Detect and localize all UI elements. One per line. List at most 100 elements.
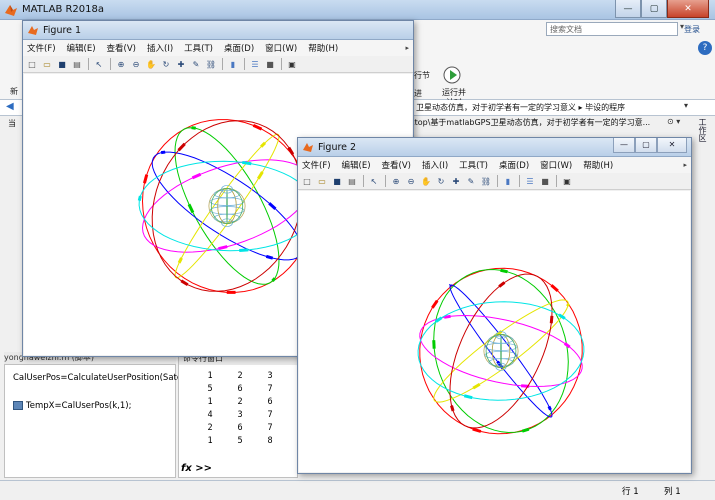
panel-controls-icon[interactable]: ⊙ ▾ <box>667 117 680 126</box>
menu-item-6[interactable]: 窗口(W) <box>265 42 297 54</box>
pointer-icon[interactable]: ↖ <box>93 58 105 70</box>
figure-menu-bar: 文件(F) 编辑(E) 查看(V) 插入(I) 工具(T) 桌面(D) 窗口(W) 帮助(H)… <box>298 157 691 173</box>
satellite-marker <box>191 172 202 180</box>
new-figure-icon[interactable]: □ <box>26 58 38 70</box>
menu-item-2[interactable]: 查看(V) <box>382 159 411 171</box>
toolbar-separator <box>244 58 245 70</box>
menu-overflow-icon[interactable]: ▸ <box>683 161 687 169</box>
zoom-out-icon[interactable]: ⊖ <box>130 58 142 70</box>
new-label[interactable]: 新 <box>10 86 18 97</box>
menu-item-0[interactable]: 文件(F) <box>302 159 331 171</box>
menu-item-2[interactable]: 查看(V) <box>107 42 136 54</box>
print-icon[interactable]: ▤ <box>71 58 83 70</box>
figure-title-bar[interactable]: Figure 1 <box>23 21 413 40</box>
show-plot-tools-icon[interactable]: ▣ <box>561 175 573 187</box>
pointer-icon[interactable]: ↖ <box>368 175 380 187</box>
brush-icon[interactable]: ✎ <box>190 58 202 70</box>
minimize-button[interactable]: — <box>615 0 641 18</box>
satellite-marker <box>448 284 452 287</box>
save-icon[interactable]: ■ <box>56 58 68 70</box>
menu-item-3[interactable]: 插入(I) <box>147 42 173 54</box>
link-plot-icon[interactable]: ⛓ <box>480 175 492 187</box>
menu-item-5[interactable]: 桌面(D) <box>224 42 254 54</box>
orbit-path <box>433 299 569 403</box>
figure-2-window[interactable]: Figure 2 — ▢ ✕ 文件(F) 编辑(E) 查看(V) 插入(I) 工具(T)… <box>297 137 692 474</box>
breadcrumb[interactable]: 卫星动态仿真，对于初学者有一定的学习意义 ▸ 毕设的程序 <box>416 102 625 113</box>
figure-minimize-button[interactable]: — <box>613 138 635 153</box>
satellite-marker <box>265 254 274 260</box>
command-output-cell: 1 <box>207 371 213 381</box>
figure-title-bar[interactable]: Figure 2 — ▢ ✕ <box>298 138 691 157</box>
maximize-button[interactable]: ▢ <box>641 0 667 18</box>
toolbar-separator <box>222 58 223 70</box>
data-cursor-icon[interactable]: ✚ <box>175 58 187 70</box>
command-output-row: 4 3 7 <box>195 410 285 423</box>
command-output-cell: 1 <box>207 397 213 407</box>
menu-item-6[interactable]: 窗口(W) <box>540 159 572 171</box>
orbit-plot[interactable] <box>299 191 692 474</box>
editor-panel[interactable]: CalUserPos=CalculateUserPosition(Satelli… <box>4 364 238 478</box>
colorbar-icon[interactable]: ▮ <box>227 58 239 70</box>
app-title: MATLAB R2018a <box>22 4 105 15</box>
run-and-time-icon[interactable] <box>442 64 462 84</box>
figure-maximize-button[interactable]: ▢ <box>635 138 657 153</box>
figure-close-button[interactable]: ✕ <box>657 138 687 153</box>
satellite-marker <box>498 281 506 288</box>
rotate-3d-icon[interactable]: ↻ <box>160 58 172 70</box>
menu-item-4[interactable]: 工具(T) <box>459 159 488 171</box>
open-file-icon[interactable]: ▭ <box>41 58 53 70</box>
advance-label[interactable]: 进 <box>414 88 422 99</box>
run-section-label[interactable]: 行节 <box>414 70 430 81</box>
toolbar-separator <box>281 58 282 70</box>
command-output-row: 1 2 3 <box>195 371 285 384</box>
pan-icon[interactable]: ✋ <box>420 175 432 187</box>
help-icon[interactable]: ? <box>698 41 712 55</box>
legend-icon[interactable]: ☰ <box>524 175 536 187</box>
command-output-row: 2 6 7 <box>195 423 285 436</box>
legend-icon[interactable]: ☰ <box>249 58 261 70</box>
orbit-path <box>449 273 553 429</box>
menu-item-4[interactable]: 工具(T) <box>184 42 213 54</box>
link-plot-icon[interactable]: ⛓ <box>205 58 217 70</box>
figure-axes[interactable] <box>299 191 690 472</box>
menu-item-3[interactable]: 插入(I) <box>422 159 448 171</box>
satellite-marker <box>252 123 263 131</box>
zoom-in-icon[interactable]: ⊕ <box>115 58 127 70</box>
workspace-tab[interactable]: 工作区 <box>694 118 708 158</box>
status-row: 行 1 <box>622 487 639 497</box>
code-line: CalUserPos=CalculateUserPosition(Satelli… <box>13 373 238 383</box>
back-arrow-icon[interactable]: ◀ <box>6 101 14 112</box>
login-link[interactable]: 登录 <box>684 24 700 35</box>
show-plot-tools-icon[interactable]: ▣ <box>286 58 298 70</box>
menu-overflow-icon[interactable]: ▸ <box>405 44 409 52</box>
search-documentation-input[interactable]: 搜索文档 <box>546 22 678 36</box>
hide-plot-tools-icon[interactable]: ■ <box>264 58 276 70</box>
command-output-row: 1 2 6 <box>195 397 285 410</box>
colorbar-icon[interactable]: ▮ <box>502 175 514 187</box>
satellite-marker <box>142 174 149 184</box>
pan-icon[interactable]: ✋ <box>145 58 157 70</box>
open-file-icon[interactable]: ▭ <box>316 175 328 187</box>
menu-item-5[interactable]: 桌面(D) <box>499 159 529 171</box>
close-button[interactable]: ✕ <box>667 0 709 18</box>
menu-item-1[interactable]: 编辑(E) <box>342 159 371 171</box>
data-cursor-icon[interactable]: ✚ <box>450 175 462 187</box>
toolbar-separator <box>497 175 498 187</box>
menu-item-7[interactable]: 帮助(H) <box>583 159 613 171</box>
brush-icon[interactable]: ✎ <box>465 175 477 187</box>
menu-item-1[interactable]: 编辑(E) <box>67 42 96 54</box>
zoom-out-icon[interactable]: ⊖ <box>405 175 417 187</box>
zoom-in-icon[interactable]: ⊕ <box>390 175 402 187</box>
hide-plot-tools-icon[interactable]: ■ <box>539 175 551 187</box>
menu-item-0[interactable]: 文件(F) <box>27 42 56 54</box>
menu-item-7[interactable]: 帮助(H) <box>308 42 338 54</box>
satellite-marker <box>191 126 196 130</box>
code-line: TempX=CalUserPos(k,1); <box>13 401 131 411</box>
command-window[interactable]: 命令行窗口 123567126437267158 fx >> <box>178 352 298 478</box>
breadcrumb-dropdown-icon[interactable]: ▾ <box>684 101 688 110</box>
print-icon[interactable]: ▤ <box>346 175 358 187</box>
save-icon[interactable]: ■ <box>331 175 343 187</box>
rotate-3d-icon[interactable]: ↻ <box>435 175 447 187</box>
command-prompt[interactable]: fx >> <box>181 463 212 474</box>
new-figure-icon[interactable]: □ <box>301 175 313 187</box>
